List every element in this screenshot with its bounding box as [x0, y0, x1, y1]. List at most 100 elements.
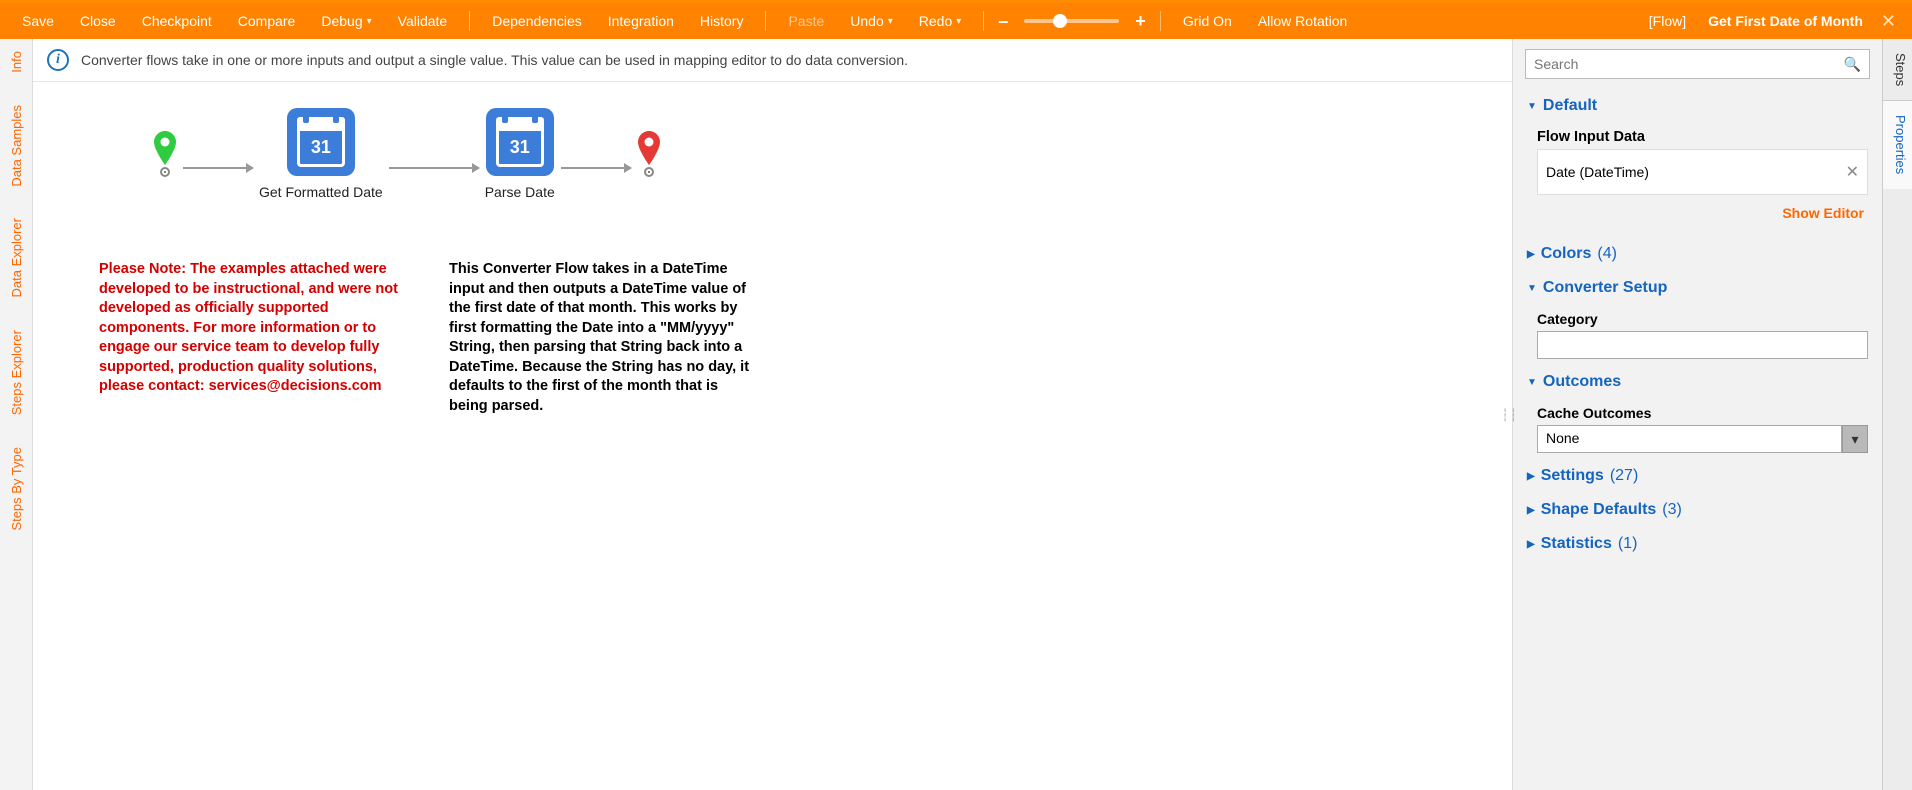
toolbar-separator — [765, 11, 766, 31]
chevron-right-icon — [1527, 539, 1535, 550]
debug-button[interactable]: Debug — [309, 3, 383, 39]
zoom-out-button[interactable]: – — [994, 3, 1012, 39]
start-connector-dot — [160, 167, 170, 177]
section-shape-defaults[interactable]: Shape Defaults (3) — [1527, 493, 1868, 527]
flow-input-data-label: Flow Input Data — [1537, 125, 1868, 149]
category-input[interactable] — [1537, 331, 1868, 359]
tab-properties[interactable]: Properties — [1883, 101, 1912, 188]
tab-steps-by-type[interactable]: Steps By Type — [9, 443, 24, 535]
section-outcomes[interactable]: Outcomes — [1527, 365, 1868, 399]
cache-outcomes-label: Cache Outcomes — [1537, 401, 1868, 425]
validate-button[interactable]: Validate — [386, 3, 460, 39]
search-box[interactable]: 🔍 — [1525, 49, 1870, 79]
integration-button[interactable]: Integration — [596, 3, 686, 39]
app-root: Save Close Checkpoint Compare Debug Vali… — [0, 0, 1912, 790]
tab-steps[interactable]: Steps — [1883, 39, 1912, 101]
section-label: Settings — [1541, 467, 1604, 485]
section-label: Statistics — [1541, 535, 1612, 553]
chevron-down-icon — [1527, 283, 1537, 294]
section-settings[interactable]: Settings (27) — [1527, 459, 1868, 493]
tab-data-explorer[interactable]: Data Explorer — [9, 214, 24, 301]
annotation-row: Please Note: The examples attached were … — [99, 260, 1472, 417]
end-connector-dot — [644, 167, 654, 177]
cache-outcomes-value: None — [1537, 425, 1842, 453]
undo-button[interactable]: Undo — [838, 3, 905, 39]
left-tab-strip: Info Data Samples Data Explorer Steps Ex… — [0, 39, 33, 790]
flow-title: Get First Date of Month — [1698, 13, 1873, 29]
chevron-down-icon — [1527, 377, 1537, 388]
show-editor-link[interactable]: Show Editor — [1537, 195, 1868, 231]
section-colors[interactable]: Colors (4) — [1527, 237, 1868, 271]
grid-on-button[interactable]: Grid On — [1171, 3, 1244, 39]
node-parse-date[interactable]: 31 Parse Date — [485, 108, 555, 200]
start-pin[interactable] — [153, 131, 177, 177]
main: Info Data Samples Data Explorer Steps Ex… — [0, 39, 1912, 790]
right-tab-strip: Steps Properties — [1882, 39, 1912, 790]
chevron-down-icon — [1527, 101, 1537, 112]
properties-panel: 🔍 Default Flow Input Data Date (DateTime… — [1512, 39, 1882, 790]
tab-steps-explorer[interactable]: Steps Explorer — [9, 326, 24, 419]
section-converter-setup-content: Category — [1527, 305, 1868, 365]
section-default-content: Flow Input Data Date (DateTime) ✕ Show E… — [1527, 123, 1868, 237]
history-button[interactable]: History — [688, 3, 756, 39]
toolbar: Save Close Checkpoint Compare Debug Vali… — [0, 3, 1912, 39]
section-count: (4) — [1597, 245, 1617, 263]
flow-input-item[interactable]: Date (DateTime) ✕ — [1537, 149, 1868, 195]
chevron-right-icon — [1527, 505, 1535, 516]
zoom-in-button[interactable]: + — [1131, 3, 1150, 39]
section-statistics[interactable]: Statistics (1) — [1527, 527, 1868, 561]
flow-arrow — [389, 167, 479, 169]
calendar-day: 31 — [496, 131, 544, 167]
topbar-wrap: Save Close Checkpoint Compare Debug Vali… — [0, 0, 1912, 39]
close-flow-icon[interactable]: ✕ — [1875, 11, 1902, 32]
search-icon[interactable]: 🔍 — [1844, 56, 1861, 73]
flow-arrow — [561, 167, 631, 169]
zoom-thumb[interactable] — [1053, 14, 1067, 28]
checkpoint-button[interactable]: Checkpoint — [130, 3, 224, 39]
tab-data-samples[interactable]: Data Samples — [9, 101, 24, 191]
node-get-formatted-date[interactable]: 31 Get Formatted Date — [259, 108, 383, 200]
calendar-icon: 31 — [287, 108, 355, 176]
toolbar-separator — [1160, 11, 1161, 31]
dependencies-button[interactable]: Dependencies — [480, 3, 594, 39]
section-count: (3) — [1662, 501, 1682, 519]
end-pin[interactable] — [637, 131, 661, 177]
section-default[interactable]: Default — [1527, 89, 1868, 123]
section-label: Converter Setup — [1543, 279, 1667, 297]
paste-button[interactable]: Paste — [776, 3, 836, 39]
toolbar-separator — [983, 11, 984, 31]
info-icon: i — [47, 49, 69, 71]
note-text: Please Note: The examples attached were … — [99, 260, 409, 417]
save-button[interactable]: Save — [10, 3, 66, 39]
flow-row: 31 Get Formatted Date 31 Parse Date — [153, 108, 1472, 200]
allow-rotation-button[interactable]: Allow Rotation — [1246, 3, 1360, 39]
section-outcomes-content: Cache Outcomes None ▾ — [1527, 399, 1868, 459]
info-banner-text: Converter flows take in one or more inpu… — [81, 52, 908, 68]
chevron-right-icon — [1527, 249, 1535, 260]
category-label: Category — [1537, 307, 1868, 331]
tab-info[interactable]: Info — [9, 47, 24, 77]
section-label: Shape Defaults — [1541, 501, 1657, 519]
flow-tag: [Flow] — [1639, 11, 1696, 31]
panel-resize-handle[interactable]: ┆┆ — [1502, 408, 1518, 422]
section-label: Colors — [1541, 245, 1592, 263]
dropdown-icon[interactable]: ▾ — [1842, 425, 1868, 453]
cache-outcomes-select[interactable]: None ▾ — [1537, 425, 1868, 453]
node-label: Parse Date — [485, 184, 555, 200]
zoom-slider[interactable] — [1024, 19, 1119, 23]
canvas-scroll[interactable]: 31 Get Formatted Date 31 Parse Date — [33, 82, 1512, 790]
remove-input-icon[interactable]: ✕ — [1846, 162, 1859, 182]
node-label: Get Formatted Date — [259, 184, 383, 200]
flow-canvas[interactable]: 31 Get Formatted Date 31 Parse Date — [33, 82, 1512, 682]
redo-button[interactable]: Redo — [907, 3, 974, 39]
compare-button[interactable]: Compare — [226, 3, 308, 39]
section-label: Outcomes — [1543, 373, 1621, 391]
section-converter-setup[interactable]: Converter Setup — [1527, 271, 1868, 305]
search-input[interactable] — [1534, 56, 1844, 72]
chevron-right-icon — [1527, 471, 1535, 482]
flow-arrow — [183, 167, 253, 169]
section-count: (27) — [1610, 467, 1638, 485]
search-wrap: 🔍 — [1513, 39, 1882, 89]
close-button[interactable]: Close — [68, 3, 128, 39]
flow-input-item-text: Date (DateTime) — [1546, 164, 1649, 180]
